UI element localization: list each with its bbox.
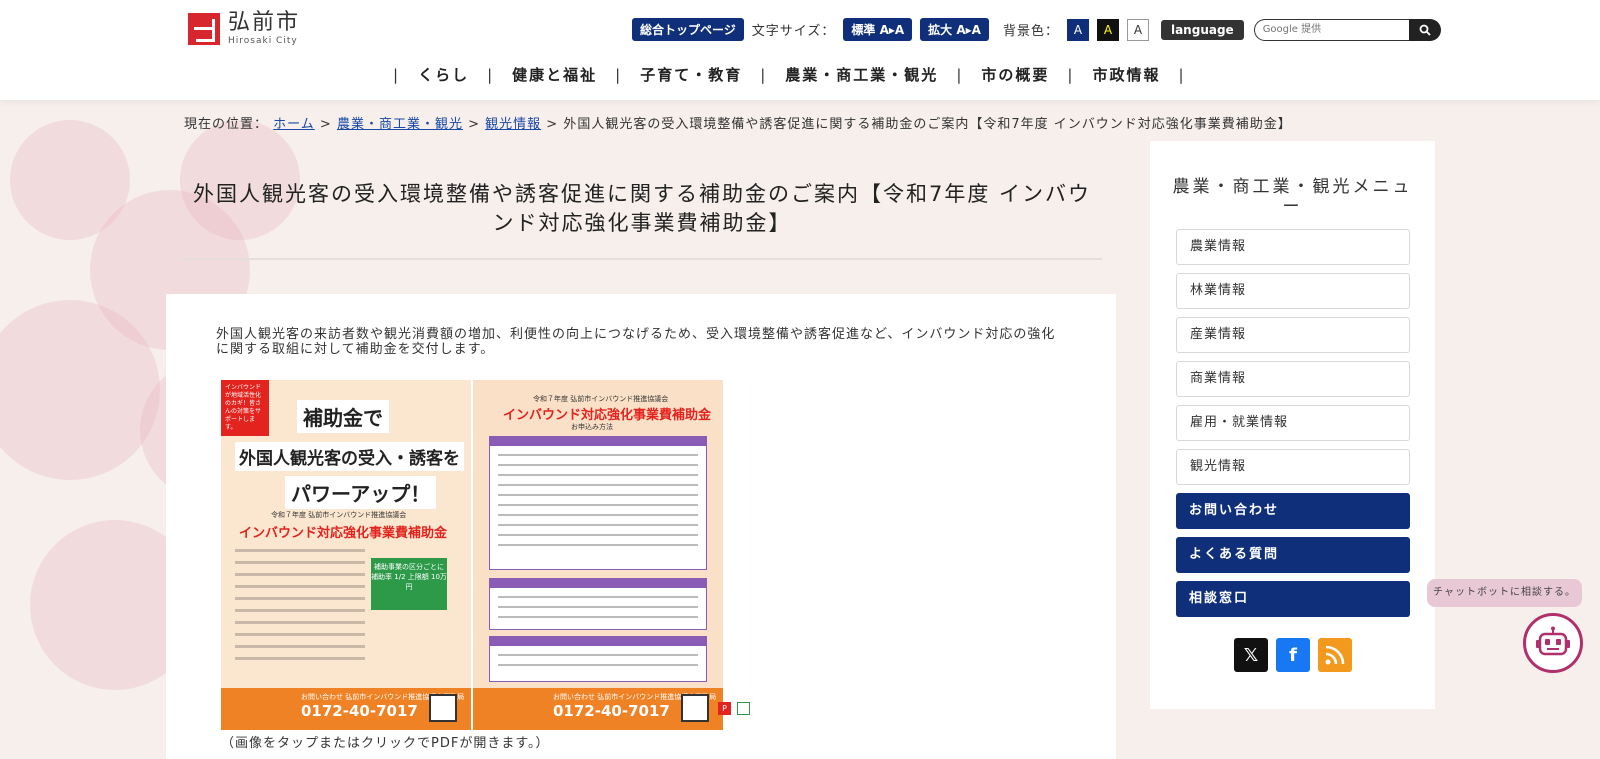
rss-glyph-icon — [1325, 645, 1345, 665]
nav-item-overview[interactable]: 市の概要 — [981, 64, 1049, 85]
flyer2-contact-tel: 0172-40-7017 — [553, 702, 670, 720]
utility-bar: 総合トップページ 文字サイズ： 標準 A▸A 拡大 A▸A 背景色： A A A… — [632, 18, 1441, 41]
title-divider — [182, 258, 1102, 260]
flyer2-top: 令和７年度 弘前市インバウンド推進協議会 — [533, 395, 669, 403]
flyer-subsidy-box: 補助事業の区分ごとに 補助率 1/2 上限額 10万円 — [371, 558, 447, 610]
flyer2-procedure-box — [489, 578, 707, 630]
sidebar-item-employment[interactable]: 雇用・就業情報 — [1176, 405, 1410, 441]
pdf-icon[interactable]: P — [718, 702, 731, 715]
qr-code-icon — [429, 694, 457, 722]
bg-blue-button[interactable]: A — [1066, 18, 1089, 41]
flyer2-notes-box — [489, 636, 707, 682]
flyer-footer: お問い合わせ 弘前市インバウンド推進協議会事務局 0172-40-7017 — [221, 688, 471, 730]
sidebar-item-forestry[interactable]: 林業情報 — [1176, 273, 1410, 309]
contact-button[interactable]: お問い合わせ — [1176, 493, 1410, 529]
top-page-button[interactable]: 総合トップページ — [632, 18, 744, 41]
font-standard-button[interactable]: 標準 A▸A — [843, 18, 913, 41]
flyer-back-image[interactable]: 令和７年度 弘前市インバウンド推進協議会 インバウンド対応強化事業費補助金 お申… — [473, 380, 723, 730]
search-button[interactable] — [1408, 18, 1441, 41]
nav-item-government[interactable]: 市政情報 — [1092, 64, 1160, 85]
nav-item-childcare[interactable]: 子育て・教育 — [640, 64, 742, 85]
social-links: 𝕏 f — [1234, 638, 1352, 672]
chatbot-tooltip[interactable]: チャットボットに相談する。 — [1427, 579, 1582, 607]
sidebar-item-tourism[interactable]: 観光情報 — [1176, 449, 1410, 485]
site-search — [1253, 18, 1441, 41]
flyer-heading-2: 外国人観光客の受入・誘客を — [235, 442, 464, 471]
bg-black-button[interactable]: A — [1096, 18, 1119, 41]
flyer2-main-title: インバウンド対応強化事業費補助金 — [503, 408, 712, 423]
sidebar-item-commerce[interactable]: 商業情報 — [1176, 361, 1410, 397]
rss-icon[interactable] — [1318, 638, 1352, 672]
flyer-tag: インバウンドが地域活性化のカギ！皆さんの対策をサポートします。 — [221, 380, 269, 436]
sidebar: 農業・商工業・観光メニュー 農業情報 林業情報 産業情報 商業情報 雇用・就業情… — [1150, 141, 1435, 709]
lead-text: 外国人観光客の来訪者数や観光消費額の増加、利便性の向上につなげるため、受入環境整… — [216, 327, 1056, 357]
site-header: 弘前市 Hirosaki City 総合トップページ 文字サイズ： 標準 A▸A… — [0, 0, 1600, 100]
breadcrumb-prefix: 現在の位置： — [184, 117, 269, 132]
flyer-heading-3: パワーアップ！ — [285, 476, 437, 509]
breadcrumb-link-industry[interactable]: 農業・商工業・観光 — [337, 117, 463, 132]
search-input[interactable] — [1253, 18, 1409, 41]
nav-item-kurashi[interactable]: くらし — [418, 64, 469, 85]
search-icon — [1419, 24, 1431, 36]
flyer2-footer: お問い合わせ 弘前市インバウンド推進協議会事務局 0172-40-7017 — [473, 688, 723, 730]
site-logo[interactable]: 弘前市 Hirosaki City — [188, 12, 300, 46]
flyer-main-title: インバウンド対応強化事業費補助金 — [239, 526, 448, 541]
new-window-icon[interactable] — [737, 702, 750, 715]
breadcrumb: 現在の位置： ホーム > 農業・商工業・観光 > 観光情報 > 外国人観光客の受… — [184, 117, 1292, 132]
sidebar-item-agriculture[interactable]: 農業情報 — [1176, 229, 1410, 265]
x-twitter-icon[interactable]: 𝕏 — [1234, 638, 1268, 672]
page-title: 外国人観光客の受入環境整備や誘客促進に関する補助金のご案内【令和7年度 インバウ… — [192, 182, 1092, 235]
font-large-button[interactable]: 拡大 A▸A — [920, 18, 989, 41]
flyer-front-image[interactable]: インバウンドが地域活性化のカギ！皆さんの対策をサポートします。 補助金で 外国人… — [221, 380, 471, 730]
chatbot-button[interactable] — [1523, 613, 1583, 673]
logo-text-en: Hirosaki City — [228, 36, 298, 46]
bg-color-label: 背景色： — [1002, 24, 1059, 39]
flyer-subtitle: 令和７年度 弘前市インバウンド推進協議会 — [271, 511, 407, 519]
breadcrumb-current: 外国人観光客の受入環境整備や誘客促進に関する補助金のご案内【令和7年度 インバウ… — [563, 117, 1292, 132]
sidebar-item-industry[interactable]: 産業情報 — [1176, 317, 1410, 353]
language-button[interactable]: language — [1160, 19, 1244, 40]
faq-button[interactable]: よくある質問 — [1176, 537, 1410, 573]
flyer2-subtitle: お申込み方法 — [571, 423, 613, 431]
file-icons: P — [718, 702, 750, 715]
global-nav: | くらし | 健康と福祉 | 子育て・教育 | 農業・商工業・観光 | 市の概… — [393, 64, 1186, 85]
city-emblem-icon — [188, 13, 220, 45]
nav-item-health[interactable]: 健康と福祉 — [512, 64, 597, 85]
facebook-icon[interactable]: f — [1276, 638, 1310, 672]
flyer-heading-1: 補助金で — [297, 400, 389, 433]
main-content: 外国人観光客の来訪者数や観光消費額の増加、利便性の向上につなげるため、受入環境整… — [166, 294, 1116, 759]
flyer-list — [235, 540, 365, 660]
robot-icon — [1536, 626, 1570, 656]
sidebar-title: 農業・商工業・観光メニュー — [1172, 177, 1413, 217]
logo-text-jp: 弘前市 — [228, 10, 301, 35]
nav-item-industry[interactable]: 農業・商工業・観光 — [785, 64, 938, 85]
qr-code-icon — [681, 694, 709, 722]
breadcrumb-link-home[interactable]: ホーム — [273, 117, 315, 132]
bg-white-button[interactable]: A — [1126, 18, 1149, 41]
flyer-contact-tel: 0172-40-7017 — [301, 702, 418, 720]
breadcrumb-link-tourism[interactable]: 観光情報 — [485, 117, 541, 132]
image-caption: （画像をタップまたはクリックでPDFが開きます。） — [221, 736, 550, 751]
flyer2-table — [489, 436, 707, 570]
font-size-label: 文字サイズ： — [751, 24, 836, 39]
consultation-button[interactable]: 相談窓口 — [1176, 581, 1410, 617]
